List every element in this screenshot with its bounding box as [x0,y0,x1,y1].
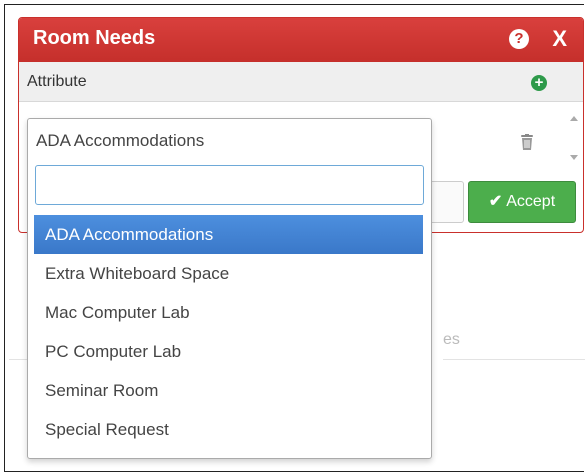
trash-icon[interactable] [520,134,534,151]
background-divider [443,359,585,360]
dialog-title: Room Needs [33,27,156,49]
checkmark-icon: ✔ [488,193,503,210]
plus-circle-icon[interactable]: + [531,75,547,91]
accept-button[interactable]: ✔ Accept [468,181,576,223]
list-item-option[interactable]: ADA Accommodations [34,215,423,254]
list-item-option[interactable]: Seminar Room [34,371,423,410]
list-item-option[interactable]: Extra Whiteboard Space [34,254,423,293]
accept-label: Accept [506,193,556,210]
dropdown-selected-value[interactable]: ADA Accommodations [36,131,204,151]
option-list: ADA Accommodations Extra Whiteboard Spac… [34,215,423,449]
list-scrollbar[interactable] [567,104,581,168]
question-circle-icon[interactable]: ? [509,29,529,49]
attribute-dropdown[interactable]: ADA Accommodations ADA Accommodations Ex… [27,118,432,459]
dropdown-search-input[interactable] [35,165,424,205]
dialog-header: Room Needs ? X [19,18,583,62]
attribute-label: Attribute [27,73,87,90]
list-item-option[interactable]: PC Computer Lab [34,332,423,371]
list-item-option[interactable]: Mac Computer Lab [34,293,423,332]
close-icon[interactable]: X [552,26,567,52]
list-item-option[interactable]: Special Request [34,410,423,449]
background-partial-text: es [443,331,460,348]
scroll-up-arrow-icon[interactable] [570,116,578,121]
attribute-column-header: Attribute + [19,62,583,102]
scroll-down-arrow-icon[interactable] [570,155,578,160]
